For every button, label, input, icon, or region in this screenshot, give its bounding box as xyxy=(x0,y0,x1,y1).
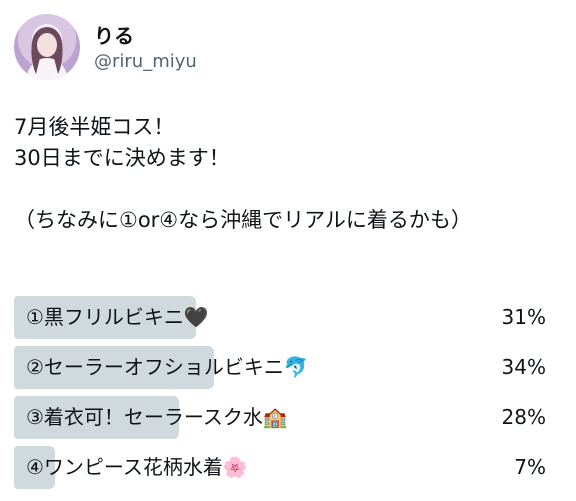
tweet-header: りる @riru_miyu xyxy=(14,14,534,82)
poll-option-percent: 7% xyxy=(514,455,546,479)
display-name[interactable]: りる xyxy=(94,20,134,49)
poll-option-label: ①黒フリルビキニ🖤 xyxy=(26,305,209,329)
poll-option: ②セーラーオフショルビキニ🐬 34% xyxy=(14,346,546,389)
poll-option: ①黒フリルビキニ🖤 31% xyxy=(14,296,546,339)
poll-option: ④ワンピース花柄水着🌸 7% xyxy=(14,446,546,489)
tweet-text-line: （ちなみに①or④なら沖縄でリアルに着るかも） xyxy=(14,208,472,232)
user-handle[interactable]: @riru_miyu xyxy=(94,51,197,72)
poll: ①黒フリルビキニ🖤 31% ②セーラーオフショルビキニ🐬 34% ③着衣可！セー… xyxy=(14,296,546,496)
poll-option-label: ④ワンピース花柄水着🌸 xyxy=(26,455,248,479)
poll-option-label: ②セーラーオフショルビキニ🐬 xyxy=(26,355,309,379)
tweet-text-line: 7月後半姫コス！ xyxy=(14,115,175,139)
tweet-text-line: 30日までに決めます！ xyxy=(14,146,230,170)
poll-option-percent: 28% xyxy=(501,405,546,429)
poll-option-percent: 34% xyxy=(501,355,546,379)
poll-option-label: ③着衣可！セーラースク水🏫 xyxy=(26,405,288,429)
poll-option-percent: 31% xyxy=(501,305,546,329)
tweet-text-line-blank xyxy=(14,174,554,205)
tweet-text: 7月後半姫コス！ 30日までに決めます！ （ちなみに①or④なら沖縄でリアルに着… xyxy=(14,112,554,236)
avatar-image xyxy=(26,27,68,80)
avatar[interactable] xyxy=(14,14,80,80)
poll-option: ③着衣可！セーラースク水🏫 28% xyxy=(14,396,546,439)
